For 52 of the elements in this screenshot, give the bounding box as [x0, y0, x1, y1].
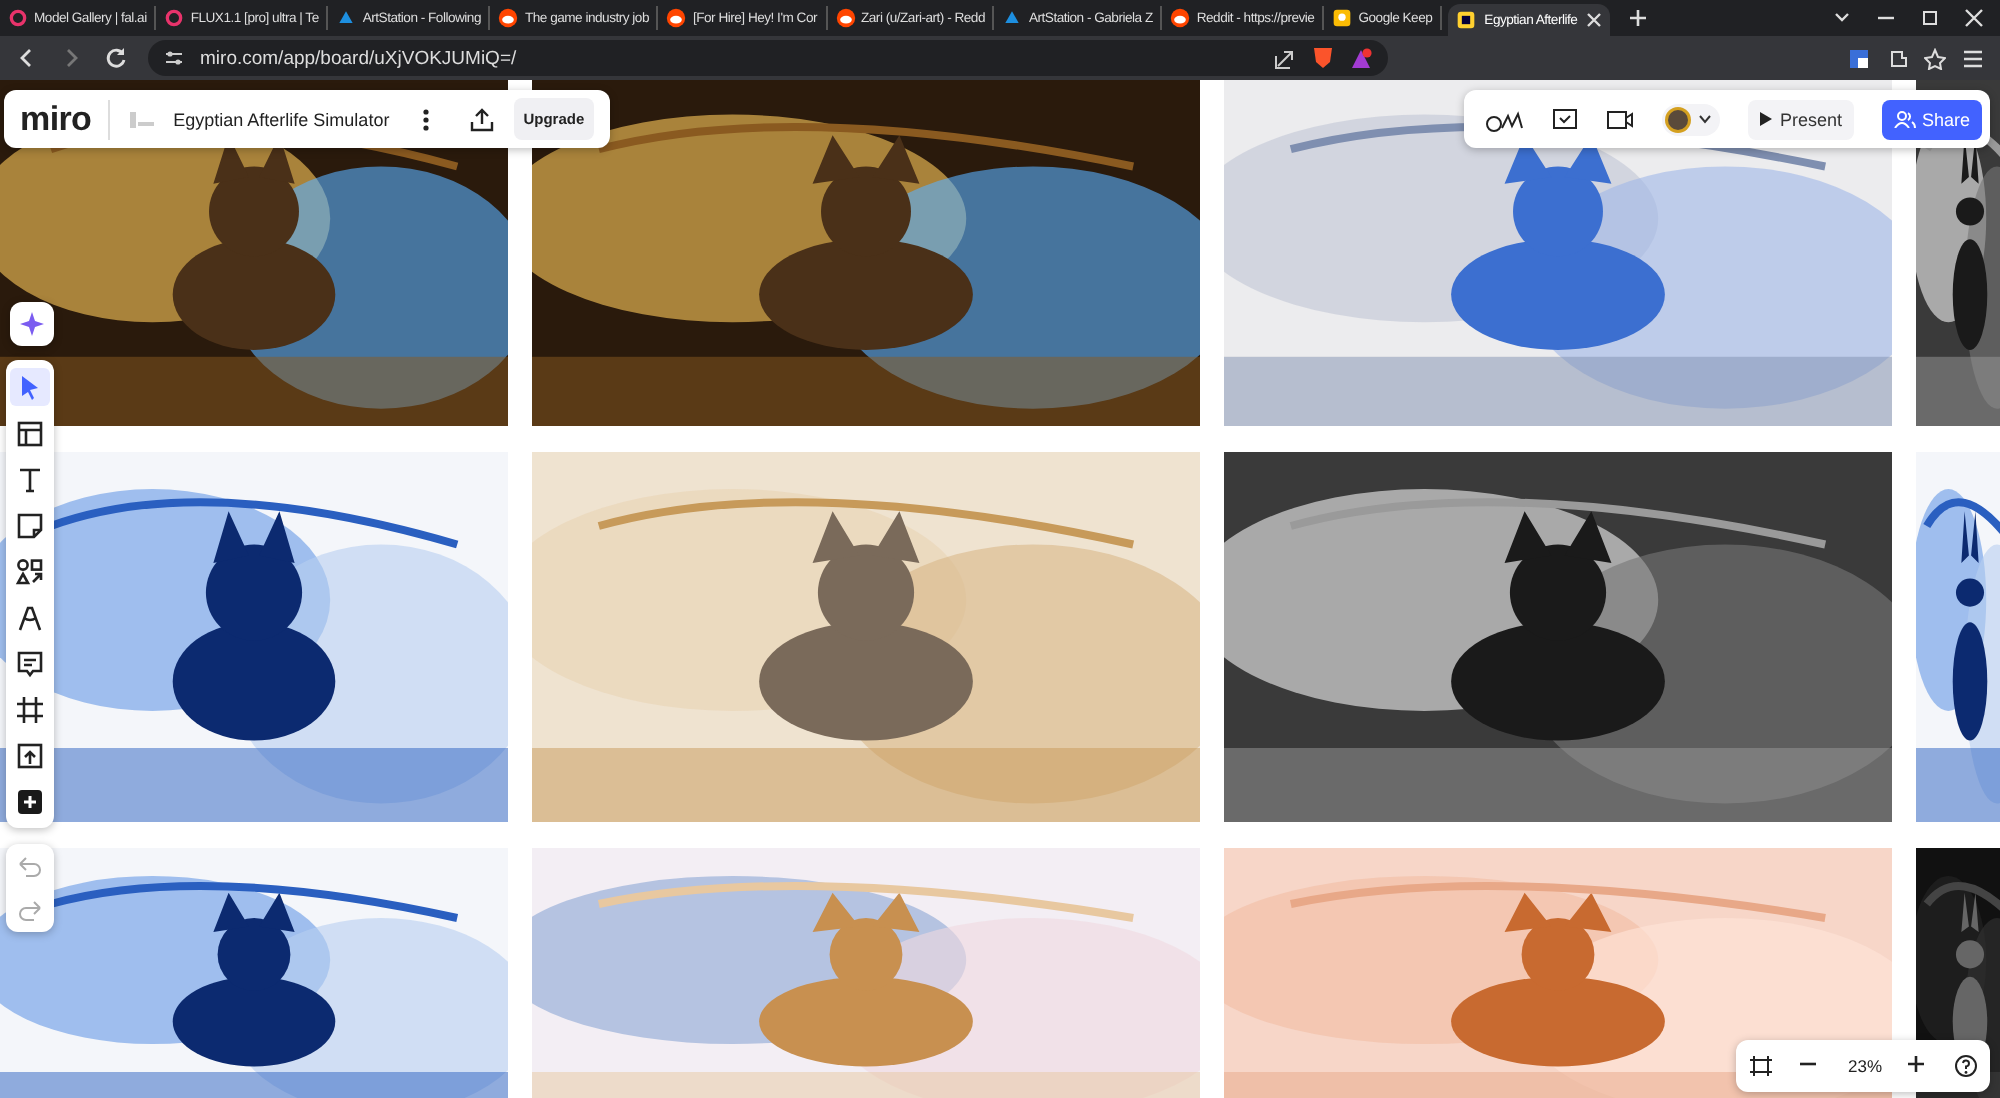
close-icon[interactable] — [1585, 12, 1602, 28]
avatar-icon — [1663, 105, 1692, 133]
more-icon[interactable] — [421, 107, 430, 131]
address-field[interactable]: miro.com/app/board/uXjVOKJUMiQ=/ — [148, 40, 1388, 76]
zoom-in-icon[interactable] — [1906, 1054, 1930, 1078]
present-button[interactable]: Present — [1747, 99, 1854, 139]
close-icon[interactable] — [1964, 8, 1984, 28]
frame-icon — [14, 693, 46, 725]
text-icon — [14, 463, 46, 495]
alien-icon — [1170, 8, 1191, 28]
new-tab-icon[interactable] — [1627, 8, 1648, 28]
plus-icon — [14, 785, 46, 817]
star-icon[interactable] — [1924, 47, 1946, 69]
triangle-icon — [1350, 47, 1372, 69]
reload-icon[interactable] — [104, 46, 128, 70]
bulb-icon — [1332, 8, 1353, 28]
share-icon — [1274, 47, 1296, 69]
cursor-tool[interactable] — [10, 368, 50, 406]
shield-icon — [1312, 46, 1334, 70]
alien-icon — [666, 8, 687, 28]
menu-icon[interactable] — [1962, 47, 1984, 69]
help-icon[interactable] — [1954, 1054, 1978, 1078]
board-title[interactable]: Egyptian Afterlife Simulator — [173, 109, 390, 129]
shapes-icon — [14, 555, 46, 587]
fit-icon[interactable] — [1747, 1054, 1774, 1078]
sticky-note-icon — [14, 509, 46, 541]
square-icon — [1456, 10, 1477, 30]
ring-icon — [164, 8, 185, 28]
logo: miro — [20, 99, 110, 139]
maximize-icon[interactable] — [1920, 8, 1940, 28]
comment-icon — [14, 647, 46, 679]
upload-icon — [14, 739, 46, 771]
extension-icon[interactable] — [1848, 47, 1870, 69]
chat-icon[interactable] — [1551, 107, 1578, 131]
zoom-level[interactable]: 23% — [1847, 1056, 1882, 1076]
ring-icon — [8, 8, 28, 28]
play-icon — [1759, 112, 1772, 126]
triangle-icon — [336, 8, 357, 28]
pen-icon — [14, 601, 46, 633]
triangle-icon — [1002, 8, 1023, 28]
share-button[interactable]: Share — [1881, 99, 1982, 139]
alien-icon — [835, 8, 855, 28]
layout-icon — [14, 417, 46, 449]
avatar-menu[interactable] — [1661, 103, 1720, 135]
reactions-icon[interactable] — [1483, 107, 1524, 131]
sparkle-icon — [16, 308, 48, 340]
chevron-down-icon — [1697, 114, 1712, 124]
alien-icon — [498, 8, 519, 28]
video-icon[interactable] — [1605, 107, 1634, 131]
site-settings-icon — [164, 48, 184, 68]
people-icon — [1893, 110, 1916, 128]
export-icon[interactable] — [469, 107, 494, 131]
